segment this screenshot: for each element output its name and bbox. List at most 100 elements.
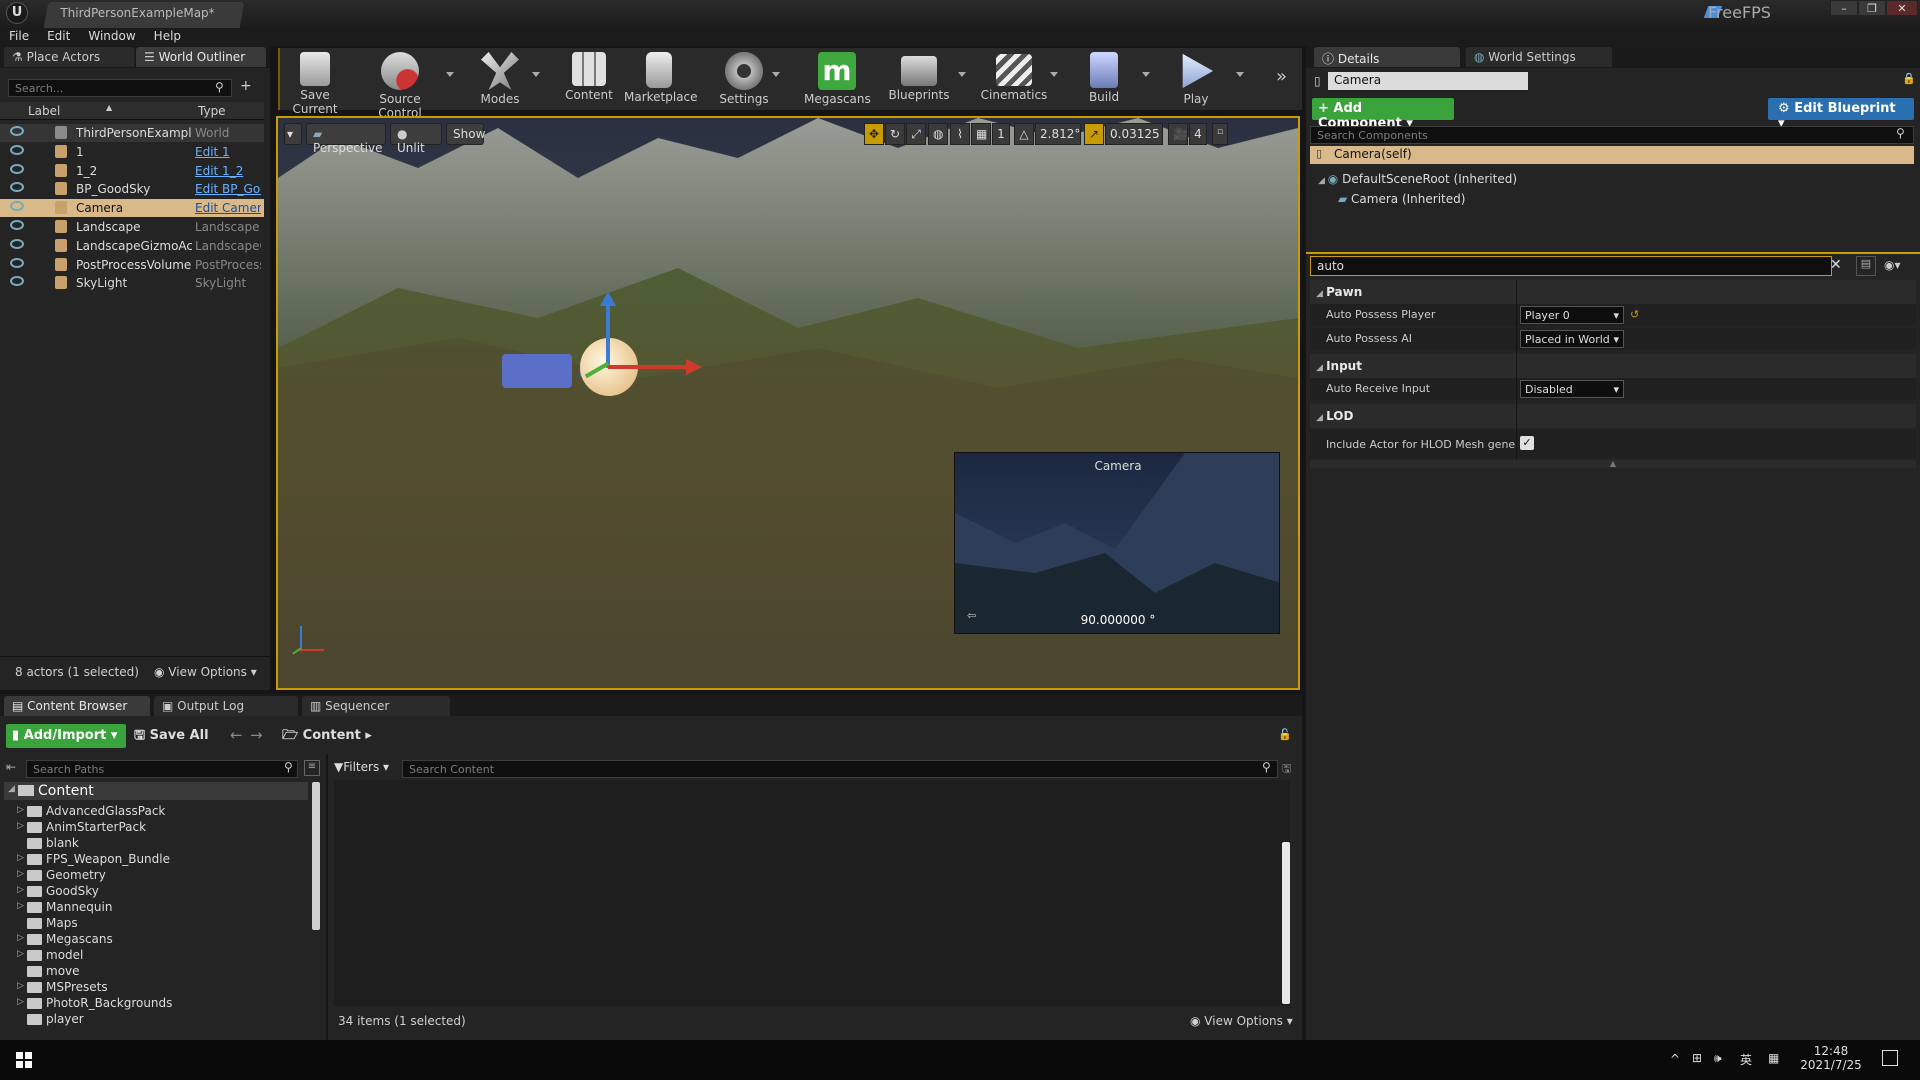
megascans-button[interactable]: m Megascans bbox=[804, 48, 871, 110]
folder-item[interactable]: ▷ model bbox=[0, 948, 300, 964]
content-button[interactable]: Content bbox=[564, 48, 614, 110]
world-local-icon[interactable]: ◍ bbox=[928, 123, 948, 145]
reset-to-default-icon[interactable]: ↺ bbox=[1630, 308, 1639, 321]
property-matrix-icon[interactable]: ▤ bbox=[1856, 256, 1876, 276]
camera-speed-value[interactable]: 4 bbox=[1189, 123, 1207, 145]
expand-arrow-icon[interactable]: ▷ bbox=[17, 869, 24, 879]
expand-arrow-icon[interactable]: ▷ bbox=[17, 853, 24, 863]
folder-item[interactable]: ▷ MSPresets bbox=[0, 980, 300, 996]
visibility-eye-icon[interactable] bbox=[10, 238, 24, 249]
visibility-eye-icon[interactable] bbox=[10, 182, 24, 193]
tab-world-settings[interactable]: ◍ World Settings bbox=[1466, 47, 1612, 67]
save-all-button[interactable]: 🖫 Save All bbox=[134, 726, 209, 748]
gizmo-z-axis[interactable] bbox=[606, 298, 610, 368]
asset-view[interactable] bbox=[334, 780, 1290, 1006]
forward-arrow-icon[interactable]: → bbox=[250, 726, 263, 744]
folder-scrollbar[interactable] bbox=[312, 782, 320, 930]
tab-place-actors[interactable]: ⚗ Place Actors bbox=[4, 47, 134, 67]
outliner-row-type[interactable]: Edit 1_2 bbox=[195, 164, 261, 178]
outliner-row[interactable]: PostProcessVolume2 PostProcess bbox=[0, 256, 264, 274]
filters-button[interactable]: ▼Filters ▾ bbox=[334, 760, 389, 774]
outliner-search-input[interactable]: Search... bbox=[8, 79, 232, 97]
clock[interactable]: 12:48 2021/7/25 bbox=[1796, 1044, 1866, 1072]
document-tab[interactable]: ThirdPersonExampleMap* bbox=[43, 2, 245, 28]
expand-arrow-icon[interactable]: ▷ bbox=[17, 933, 24, 943]
scale-mode-icon[interactable]: ⤢ bbox=[906, 123, 926, 145]
col-type[interactable]: Type bbox=[198, 104, 226, 118]
visibility-eye-icon[interactable] bbox=[10, 276, 24, 287]
asset-scrollbar[interactable] bbox=[1282, 842, 1290, 1004]
folder-item[interactable]: ▷ Megascans bbox=[0, 932, 300, 948]
show-button[interactable]: Show bbox=[446, 123, 485, 145]
details-filter-input[interactable]: auto bbox=[1310, 256, 1832, 276]
pin-icon[interactable]: ⇦ bbox=[967, 609, 976, 622]
blueprints-button[interactable]: Blueprints bbox=[888, 48, 950, 110]
auto-possess-player-dropdown[interactable]: Player 0 ▾ bbox=[1520, 306, 1624, 324]
category-pawn[interactable]: ◢ Pawn bbox=[1310, 280, 1916, 304]
view-mode-button[interactable]: ● Unlit bbox=[390, 123, 442, 155]
maximize-viewport-icon[interactable]: ▫ bbox=[1212, 123, 1228, 145]
outliner-row[interactable]: 1 Edit 1 bbox=[0, 143, 264, 161]
outliner-row-type[interactable]: Edit BP_Goo bbox=[195, 182, 261, 196]
folder-item[interactable]: ▷ Mannequin bbox=[0, 900, 300, 916]
toolbar-overflow-icon[interactable]: » bbox=[1276, 66, 1287, 87]
search-components-input[interactable]: Search Components bbox=[1310, 126, 1914, 144]
grid-snap-value[interactable]: 1 bbox=[992, 123, 1010, 145]
network-icon[interactable]: ⊞ bbox=[1692, 1051, 1702, 1065]
folder-item[interactable]: move bbox=[0, 964, 300, 980]
tab-sequencer[interactable]: ▥ Sequencer bbox=[302, 696, 450, 716]
keyboard-icon[interactable]: ▦ bbox=[1768, 1051, 1779, 1065]
folder-item[interactable]: ▷ AdvancedGlassPack bbox=[0, 804, 300, 820]
component-camera[interactable]: ▰ Camera (Inherited) bbox=[1338, 192, 1465, 206]
category-input[interactable]: ◢ Input bbox=[1310, 354, 1916, 378]
add-component-button[interactable]: + Add Component ▾ bbox=[1312, 98, 1454, 131]
tab-details[interactable]: ⓘ Details bbox=[1314, 47, 1460, 67]
tab-world-outliner[interactable]: ☰ World Outliner bbox=[136, 47, 266, 67]
outliner-row[interactable]: Camera Edit Camera bbox=[0, 199, 264, 218]
view-options-button[interactable]: ◉ View Options ▾ bbox=[154, 665, 257, 679]
auto-possess-ai-dropdown[interactable]: Placed in World ▾ bbox=[1520, 330, 1624, 348]
perspective-button[interactable]: ▰ Perspective bbox=[306, 123, 386, 155]
scale-snap-icon[interactable]: ↗ bbox=[1084, 123, 1104, 145]
outliner-row[interactable]: BP_GoodSky Edit BP_Goo bbox=[0, 180, 264, 198]
visibility-eye-icon[interactable] bbox=[10, 163, 24, 174]
col-label[interactable]: Label bbox=[28, 104, 60, 118]
windows-start-icon[interactable] bbox=[16, 1052, 32, 1068]
expand-arrow-icon[interactable]: ▷ bbox=[17, 997, 24, 1007]
expand-arrow-icon[interactable]: ▷ bbox=[17, 805, 24, 815]
close-button[interactable]: ✕ bbox=[1886, 0, 1918, 16]
menu-edit[interactable]: Edit bbox=[38, 28, 79, 44]
expand-arrow-icon[interactable]: ▷ bbox=[17, 885, 24, 895]
lock-details-icon[interactable]: 🔒 bbox=[1902, 72, 1916, 85]
visibility-eye-icon[interactable] bbox=[10, 257, 24, 268]
settings-button[interactable]: Settings bbox=[718, 48, 770, 110]
scale-snap-value[interactable]: 0.03125 bbox=[1105, 123, 1163, 145]
modes-button[interactable]: Modes bbox=[476, 48, 524, 110]
outliner-row[interactable]: ThirdPersonExampleMaWorld bbox=[0, 124, 264, 142]
cinematics-button[interactable]: Cinematics bbox=[980, 48, 1048, 110]
advanced-expander[interactable]: ▲ bbox=[1310, 460, 1916, 468]
save-current-button[interactable]: Save Current bbox=[282, 48, 348, 116]
outliner-row[interactable]: 1_2 Edit 1_2 bbox=[0, 162, 264, 180]
edit-blueprint-button[interactable]: ⚙ Edit Blueprint ▾ bbox=[1768, 98, 1914, 131]
folder-item[interactable]: ▷ FPS_Weapon_Bundle bbox=[0, 852, 300, 868]
tray-chevron-icon[interactable]: ^ bbox=[1670, 1052, 1680, 1066]
auto-receive-input-dropdown[interactable]: Disabled ▾ bbox=[1520, 380, 1624, 398]
folder-item[interactable]: blank bbox=[0, 836, 300, 852]
camera-actor-mesh[interactable] bbox=[502, 354, 572, 388]
tab-content-browser[interactable]: ▤ Content Browser bbox=[4, 696, 150, 716]
folder-item[interactable]: ▷ PhotoR_Backgrounds bbox=[0, 996, 300, 1012]
tab-output-log[interactable]: ▣ Output Log bbox=[154, 696, 298, 716]
viewport-options-button[interactable]: ▾ bbox=[284, 123, 302, 145]
collapse-sources-icon[interactable]: ⇤ bbox=[6, 760, 16, 774]
build-button[interactable]: Build bbox=[1082, 48, 1126, 110]
level-viewport[interactable]: ▾ ▰ Perspective ● Unlit Show ✥ ↻ ⤢ ◍ ⌇ ▦… bbox=[276, 116, 1300, 690]
grid-snap-icon[interactable]: ▦ bbox=[971, 123, 991, 145]
folder-item[interactable]: ▷ AnimStarterPack bbox=[0, 820, 300, 836]
outliner-row-type[interactable]: Edit Camera bbox=[195, 201, 261, 215]
category-lod[interactable]: ◢ LOD bbox=[1310, 404, 1916, 428]
visibility-eye-icon[interactable] bbox=[10, 220, 24, 230]
paths-list-icon[interactable]: ≡ bbox=[304, 760, 320, 776]
ime-indicator[interactable]: 英 bbox=[1740, 1051, 1752, 1068]
expand-arrow-icon[interactable]: ▷ bbox=[17, 821, 24, 831]
